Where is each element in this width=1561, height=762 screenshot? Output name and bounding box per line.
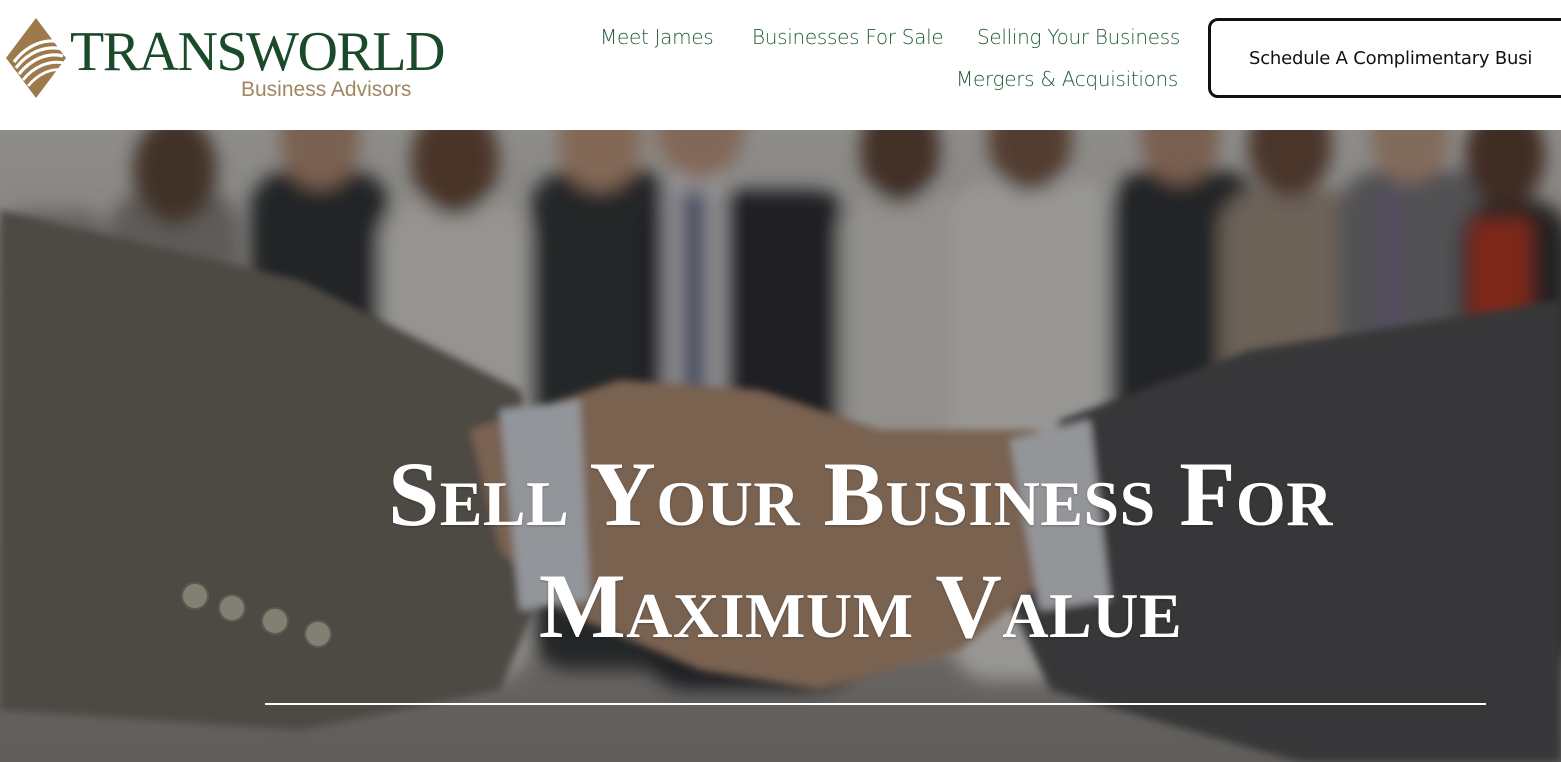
hero-section: Sell Your Business For Maximum Value [0, 130, 1561, 762]
hero-headline-line-2: Maximum Value [538, 555, 1183, 657]
hero-headline: Sell Your Business For Maximum Value [0, 438, 1561, 662]
schedule-consultation-label: Schedule A Complimentary Busi [1249, 47, 1533, 69]
hero-headline-line-1: Sell Your Business For [388, 443, 1333, 545]
hero-divider [265, 703, 1486, 705]
nav-meet-james[interactable]: Meet James [600, 25, 714, 49]
nav-selling-your-business[interactable]: Selling Your Business [977, 25, 1180, 49]
diamond-swoosh-logo-icon [6, 18, 66, 98]
brand-logo[interactable]: TRANSWORLD Business Advisors [4, 14, 445, 104]
nav-mergers-acquisitions[interactable]: Mergers & Acquisitions [956, 67, 1178, 91]
logo-tagline: Business Advisors [241, 78, 412, 101]
nav-businesses-for-sale[interactable]: Businesses For Sale [752, 25, 944, 49]
schedule-consultation-button[interactable]: Schedule A Complimentary Busi [1208, 18, 1561, 98]
logo-wordmark: TRANSWORLD [70, 21, 445, 83]
site-header: TRANSWORLD Business Advisors Meet James … [0, 0, 1561, 130]
